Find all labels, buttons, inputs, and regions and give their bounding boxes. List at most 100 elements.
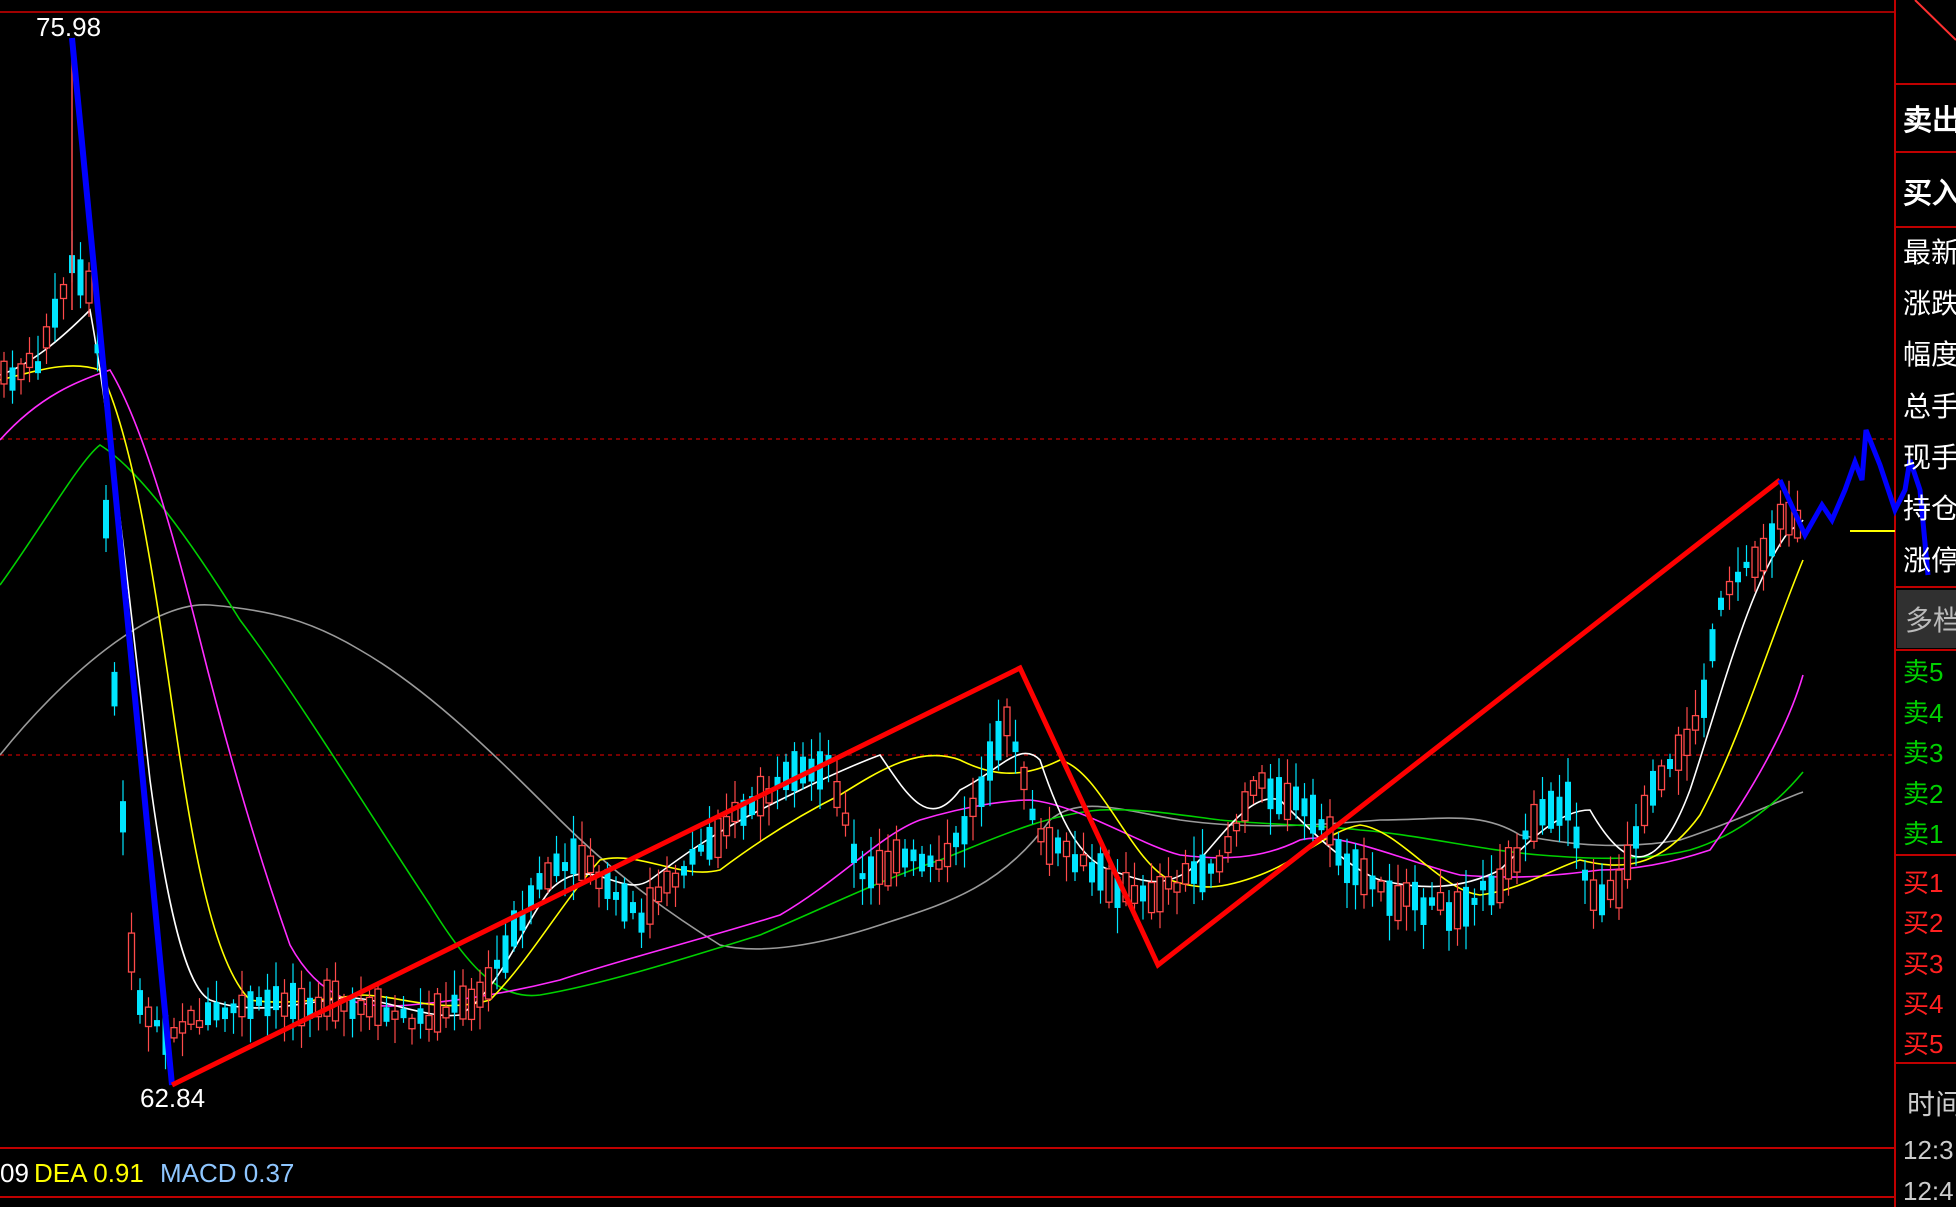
candle-body bbox=[52, 298, 58, 328]
buy-level-1: 买1 bbox=[1903, 868, 1943, 898]
candle-body bbox=[943, 842, 952, 868]
candle-body bbox=[1055, 837, 1061, 854]
candle-body bbox=[290, 982, 296, 1020]
candle-body bbox=[1488, 875, 1495, 906]
candle-series bbox=[0, 38, 1802, 1070]
candle-body bbox=[1548, 790, 1554, 829]
candle-body bbox=[476, 981, 484, 1008]
candle-body bbox=[59, 283, 68, 300]
candle-body bbox=[1293, 786, 1299, 811]
field-current-volume: 现手 bbox=[1903, 441, 1956, 474]
candle-body bbox=[1420, 897, 1427, 925]
top-right-corner-mark bbox=[1914, 0, 1956, 41]
candle-body bbox=[1105, 868, 1113, 903]
candle-body bbox=[154, 1020, 160, 1027]
candle-body bbox=[1565, 781, 1571, 821]
field-total-volume: 总手 bbox=[1903, 390, 1956, 423]
candle-body bbox=[256, 997, 262, 1006]
candle-body bbox=[1582, 869, 1588, 881]
candle-body bbox=[1301, 798, 1308, 817]
candle-body bbox=[25, 352, 34, 369]
candle-body bbox=[1310, 794, 1316, 834]
candle-body bbox=[1283, 782, 1292, 821]
candle-body bbox=[383, 1007, 390, 1022]
candle-body bbox=[1769, 523, 1775, 557]
low-price-label: 62.84 bbox=[140, 1083, 205, 1113]
candle-body bbox=[1344, 853, 1350, 884]
candle-body bbox=[35, 361, 41, 374]
candle-body bbox=[1258, 772, 1266, 789]
candle-body bbox=[1012, 741, 1019, 753]
sell-level-1: 卖1 bbox=[1903, 819, 1943, 849]
candle-body bbox=[1140, 885, 1146, 902]
candle-body bbox=[77, 259, 84, 296]
candle-body bbox=[1232, 822, 1241, 832]
candle-body bbox=[1701, 679, 1707, 718]
candle-body bbox=[459, 985, 467, 1020]
candle-body bbox=[365, 996, 374, 1018]
field-open-interest: 持仓 bbox=[1903, 492, 1956, 525]
field-change: 涨跌 bbox=[1903, 287, 1956, 320]
candle-body bbox=[484, 967, 493, 1000]
candle-body bbox=[425, 1014, 433, 1030]
candle-body bbox=[9, 367, 16, 391]
candle-body bbox=[654, 886, 663, 903]
sell-level-4: 卖4 bbox=[1903, 698, 1943, 728]
candle-body bbox=[570, 838, 577, 875]
candle-body bbox=[1751, 546, 1759, 579]
buy-level-3: 买3 bbox=[1903, 949, 1943, 979]
candle-body bbox=[1412, 881, 1418, 911]
candle-body bbox=[1097, 853, 1104, 891]
candle-body bbox=[800, 756, 806, 784]
time-header: 时间 bbox=[1907, 1088, 1956, 1121]
candle-body bbox=[264, 989, 271, 1017]
macd-indicator-labels: 09 DEA 0.91 MACD 0.37 bbox=[0, 1158, 294, 1188]
candle-body bbox=[247, 991, 254, 1019]
candle-body bbox=[935, 859, 943, 870]
candle-body bbox=[1623, 844, 1632, 881]
ma10-line bbox=[0, 365, 1804, 1007]
candle-body bbox=[1471, 897, 1478, 905]
candle-body bbox=[851, 843, 857, 863]
candle-body bbox=[544, 862, 552, 890]
candle-body bbox=[120, 801, 126, 833]
candle-body bbox=[1776, 503, 1785, 530]
candle-body bbox=[187, 1009, 195, 1025]
candle-body bbox=[1640, 794, 1649, 827]
sell-label: 卖出 bbox=[1903, 104, 1956, 137]
buy-label: 买入 bbox=[1903, 178, 1956, 210]
candle-body bbox=[42, 326, 51, 349]
candle-body bbox=[586, 855, 595, 874]
candle-body bbox=[698, 844, 704, 852]
candle-body bbox=[681, 866, 687, 876]
candle-body bbox=[722, 815, 731, 837]
candle-body bbox=[638, 912, 645, 933]
blue-downtrend-line bbox=[69, 37, 175, 1086]
buy-level-2: 买2 bbox=[1903, 908, 1943, 938]
buy-level-5: 买5 bbox=[1903, 1029, 1943, 1059]
multi-level-tab[interactable]: 多档 bbox=[1905, 604, 1956, 637]
candle-body bbox=[927, 855, 934, 867]
candle-body bbox=[578, 844, 586, 882]
candle-body bbox=[1164, 876, 1173, 890]
candle-body bbox=[978, 776, 985, 807]
ma60-line bbox=[0, 604, 1804, 950]
candle-body bbox=[1743, 561, 1750, 568]
candle-body bbox=[103, 499, 109, 539]
candle-body bbox=[1589, 879, 1598, 911]
red-zigzag-trend-line bbox=[170, 478, 1782, 1088]
candle-body bbox=[1657, 765, 1666, 791]
candle-body bbox=[859, 873, 866, 880]
candle-body bbox=[1496, 868, 1504, 904]
candle-body bbox=[630, 902, 636, 914]
candle-body bbox=[1667, 759, 1673, 770]
candle-body bbox=[987, 741, 993, 781]
macd-label-macd: MACD 0.37 bbox=[160, 1158, 294, 1188]
trend-lines bbox=[69, 37, 1931, 1088]
sell-level-5: 卖5 bbox=[1903, 657, 1943, 687]
sell-level-3: 卖3 bbox=[1903, 738, 1943, 768]
candle-body bbox=[1436, 891, 1445, 911]
candle-body bbox=[875, 849, 884, 885]
candle-body bbox=[1020, 766, 1028, 791]
candle-body bbox=[1241, 791, 1249, 822]
